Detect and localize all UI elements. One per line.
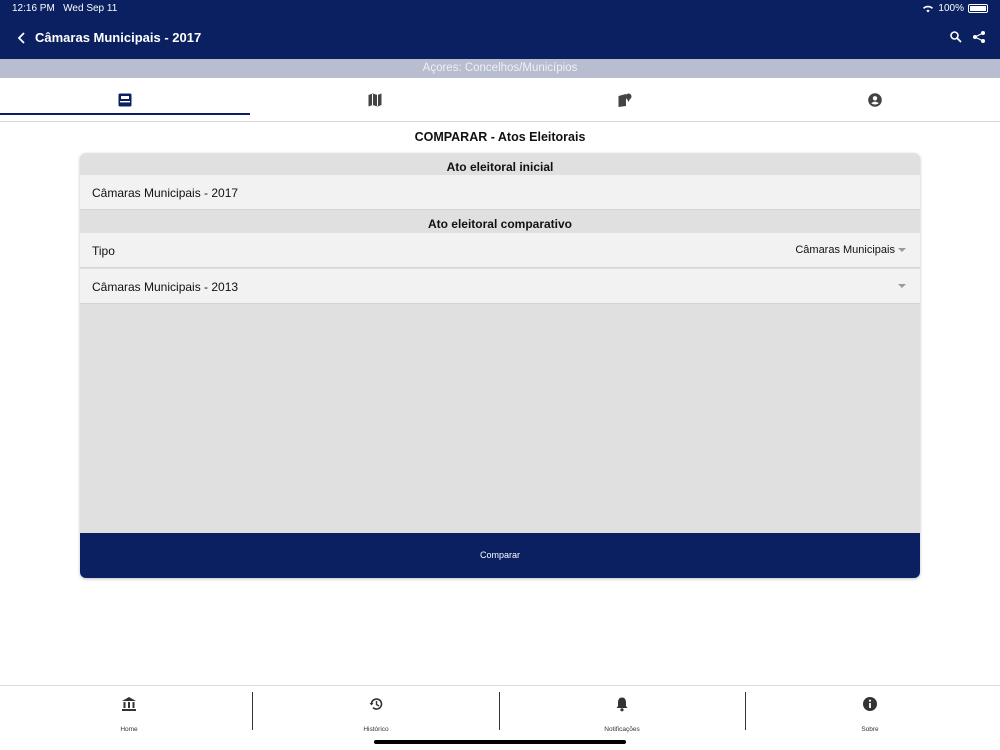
initial-election-value: Câmaras Municipais - 2017	[92, 186, 239, 200]
election-value: Câmaras Municipais - 2013	[92, 280, 239, 294]
history-icon	[369, 698, 383, 710]
bottom-nav-notifications[interactable]: Notificações	[562, 696, 682, 736]
election-select[interactable]: Câmaras Municipais - 2013	[80, 269, 920, 304]
bottom-nav-notifications-label: Notificações	[604, 726, 640, 733]
home-indicator[interactable]	[374, 740, 626, 744]
bottom-nav-about[interactable]: Sobre	[810, 696, 930, 736]
map-pin-icon	[618, 93, 632, 107]
status-right: 100%	[922, 3, 988, 14]
chevron-down-icon	[898, 248, 906, 252]
initial-election-header: Ato eleitoral inicial	[446, 160, 554, 174]
info-icon	[863, 697, 877, 711]
tab-person[interactable]	[750, 78, 1000, 122]
bottom-nav-history-label: Histórico	[363, 726, 389, 733]
bank-icon	[122, 697, 136, 711]
bottom-nav-about-label: Sobre	[861, 726, 879, 733]
nav-bar: Câmaras Municipais - 2017	[0, 18, 1000, 59]
search-icon[interactable]	[949, 30, 963, 44]
ballot-box-icon	[118, 93, 132, 107]
status-bar: 12:16 PM Wed Sep 11 100%	[0, 0, 1000, 18]
person-pin-icon	[868, 93, 882, 107]
back-icon[interactable]	[14, 29, 30, 47]
chevron-down-icon	[898, 284, 906, 288]
nav-title: Câmaras Municipais - 2017	[35, 30, 202, 45]
map-icon	[368, 93, 382, 107]
tab-map-pin[interactable]	[500, 78, 750, 122]
bottom-nav-home[interactable]: Home	[69, 696, 189, 736]
compare-button[interactable]: Comparar	[80, 533, 920, 578]
bottom-nav-history[interactable]: Histórico	[316, 696, 436, 736]
type-value: Câmaras Municipais	[795, 244, 895, 256]
status-time: 12:16 PM Wed Sep 11	[12, 3, 118, 14]
tab-map[interactable]	[250, 78, 500, 122]
tab-ballot[interactable]	[0, 78, 250, 122]
battery-icon	[968, 4, 988, 13]
comparative-election-header: Ato eleitoral comparativo	[427, 217, 573, 231]
bell-icon	[616, 697, 628, 712]
region-label: Açores: Concelhos/Municípios	[0, 59, 1000, 78]
page-title: COMPARAR - Atos Eleitorais	[414, 130, 586, 144]
divider	[745, 692, 746, 730]
wifi-icon	[923, 5, 934, 13]
battery-percent: 100%	[938, 3, 964, 14]
type-select[interactable]: Tipo Câmaras Municipais	[80, 233, 920, 268]
share-icon[interactable]	[972, 30, 986, 44]
initial-election-row: Câmaras Municipais - 2017	[80, 175, 920, 210]
type-label: Tipo	[92, 244, 115, 258]
bottom-nav-home-label: Home	[120, 726, 138, 733]
divider	[499, 692, 500, 730]
divider	[252, 692, 253, 730]
compare-card: Ato eleitoral inicial Câmaras Municipais…	[80, 153, 920, 578]
tab-bar	[0, 78, 1000, 122]
